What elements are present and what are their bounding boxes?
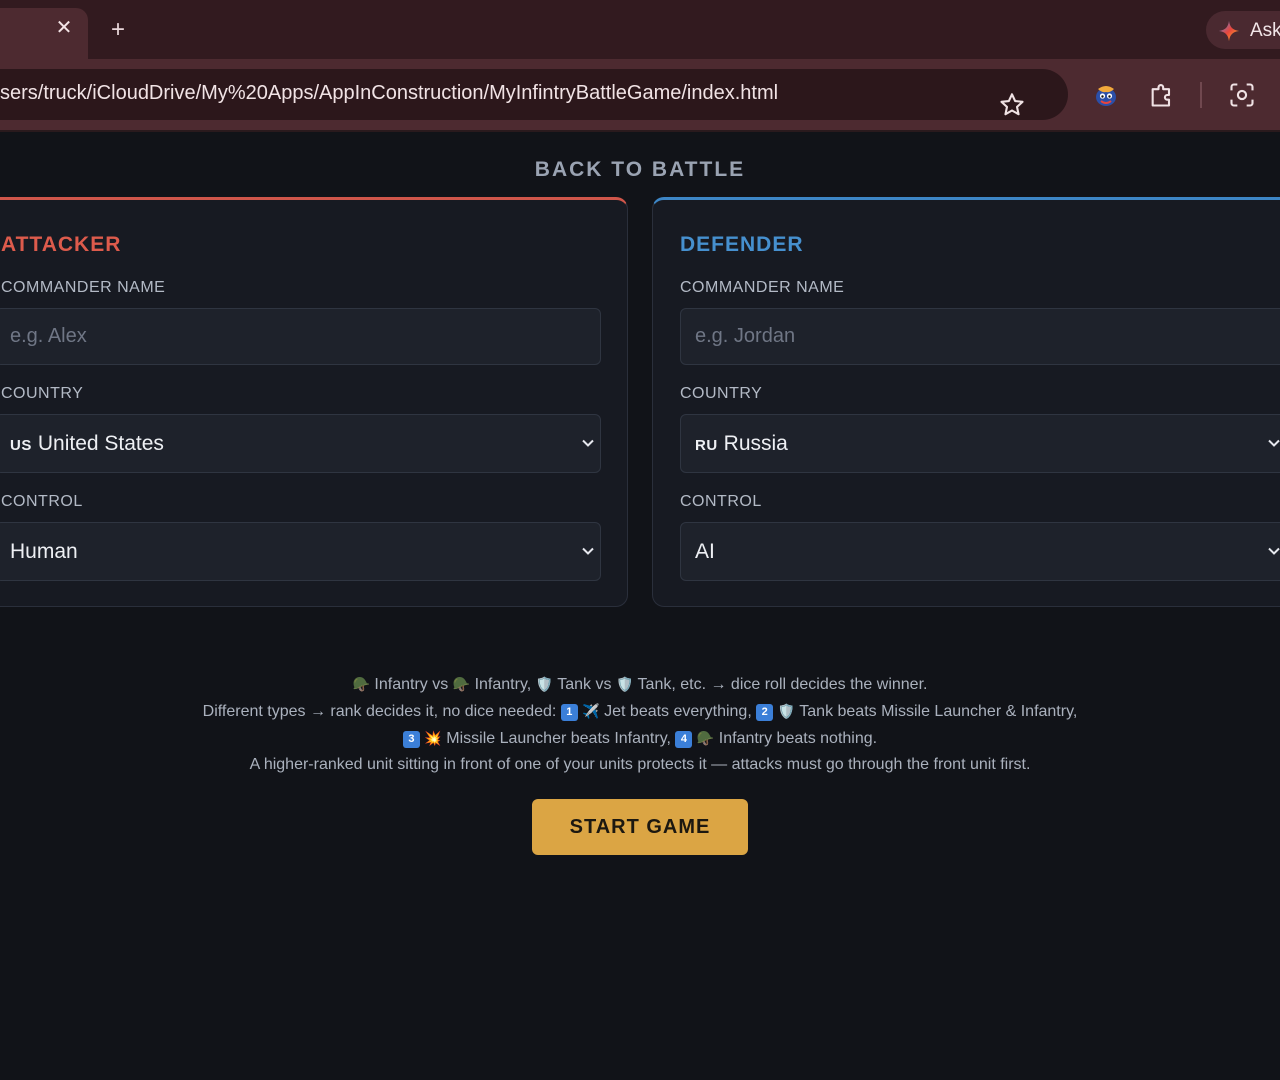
rank-3-badge: 3 (402, 731, 420, 748)
attacker-control-select[interactable]: Human (0, 522, 601, 581)
rules-text-fragment: Tank, etc. → dice roll decides the winne… (637, 676, 928, 693)
rules-text-fragment: Infantry beats nothing. (718, 730, 878, 747)
new-tab-button[interactable]: + (106, 18, 130, 42)
rules-line-protection: A higher-ranked unit sitting in front of… (249, 756, 1031, 773)
rules-line-same-type: 🪖 Infantry vs 🪖 Infantry, 🛡️ Tank vs 🛡️ … (200, 671, 1080, 698)
ask-label: Ask (1250, 20, 1280, 41)
chevron-down-icon (1268, 439, 1280, 447)
browser-toolbar: sers/truck/iCloudDrive/My%20Apps/AppInCo… (0, 59, 1280, 130)
attacker-country-text: United States (37, 432, 164, 455)
jet-icon: ✈️ (582, 703, 600, 719)
attacker-control-label: CONTROL (1, 493, 83, 510)
chevron-down-icon (582, 439, 594, 447)
helmet-icon: 🪖 (352, 676, 370, 692)
attacker-name-input[interactable] (0, 308, 601, 365)
helmet-icon: 🪖 (696, 730, 715, 746)
chevron-down-icon (1268, 547, 1280, 555)
rules-text-fragment: Tank beats Missile Launcher & (799, 703, 1017, 720)
bookmark-star-icon[interactable] (998, 91, 1026, 119)
attacker-card: ATTACKER COMMANDER NAME COUNTRY US United… (0, 197, 628, 607)
helmet-icon: 🪖 (452, 676, 471, 692)
extensions-puzzle-icon[interactable] (1148, 81, 1176, 109)
defender-country-label: COUNTRY (680, 385, 763, 402)
defender-name-label: COMMANDER NAME (680, 279, 845, 296)
extension-mascot-icon[interactable] (1092, 81, 1120, 109)
us-flag-icon: US (10, 437, 32, 454)
rank-4-badge: 4 (675, 731, 693, 748)
shield-icon: 🛡️ (777, 703, 796, 719)
attacker-control-value: Human (10, 540, 78, 563)
defender-country-text: Russia (723, 432, 788, 455)
ask-gemini-button[interactable]: Ask (1206, 11, 1280, 49)
chrome-bottom-edge (0, 130, 1280, 132)
defender-control-value: AI (695, 540, 715, 563)
rank-1-badge: 1 (560, 704, 578, 721)
defender-country-select[interactable]: RU Russia (680, 414, 1280, 473)
defender-card: DEFENDER COMMANDER NAME COUNTRY RU Russia… (652, 197, 1280, 607)
close-tab-icon[interactable]: ✕ (52, 16, 76, 40)
browser-tab-active[interactable]: ✕ (0, 8, 88, 59)
rules-text-fragment: Infantry, (474, 676, 532, 693)
sparkle-icon (1218, 20, 1240, 42)
defender-control-label: CONTROL (680, 493, 762, 510)
attacker-name-label: COMMANDER NAME (1, 279, 166, 296)
address-bar[interactable]: sers/truck/iCloudDrive/My%20Apps/AppInCo… (0, 69, 1068, 120)
rules-text: 🪖 Infantry vs 🪖 Infantry, 🛡️ Tank vs 🛡️ … (200, 671, 1080, 778)
url-text[interactable]: sers/truck/iCloudDrive/My%20Apps/AppInCo… (0, 82, 778, 105)
rules-text-fragment: Different types → rank decides it, no di… (202, 703, 557, 720)
rules-text-fragment: Missile Launcher beats Infantry, (446, 730, 671, 747)
rules-text-fragment: Tank vs (557, 676, 612, 693)
attacker-title: ATTACKER (1, 233, 122, 256)
rules-text-fragment: Infantry, (1020, 703, 1078, 720)
rank-2-badge: 2 (756, 704, 774, 721)
shield-icon: 🛡️ (615, 676, 634, 692)
attacker-country-value: US United States (10, 432, 164, 456)
rules-text-fragment: Infantry vs (374, 676, 449, 693)
defender-title: DEFENDER (680, 233, 804, 256)
attacker-country-label: COUNTRY (1, 385, 84, 402)
rules-line-rank: Different types → rank decides it, no di… (200, 698, 1080, 752)
screenshot-lens-icon[interactable] (1228, 81, 1256, 109)
attacker-country-select[interactable]: US United States (0, 414, 601, 473)
start-game-button[interactable]: START GAME (532, 799, 748, 855)
ru-flag-icon: RU (695, 437, 718, 454)
chevron-down-icon (582, 547, 594, 555)
explosion-icon: 💥 (424, 730, 442, 746)
shield-icon: 🛡️ (535, 676, 554, 692)
defender-name-input[interactable] (680, 308, 1280, 365)
toolbar-divider (1200, 82, 1202, 108)
defender-country-value: RU Russia (695, 432, 788, 456)
defender-control-select[interactable]: AI (680, 522, 1280, 581)
browser-tab-strip: ✕ + Ask (0, 0, 1280, 59)
rules-text-fragment: Jet beats everything, (604, 703, 752, 720)
back-to-battle-link[interactable]: BACK TO BATTLE (0, 158, 1280, 182)
